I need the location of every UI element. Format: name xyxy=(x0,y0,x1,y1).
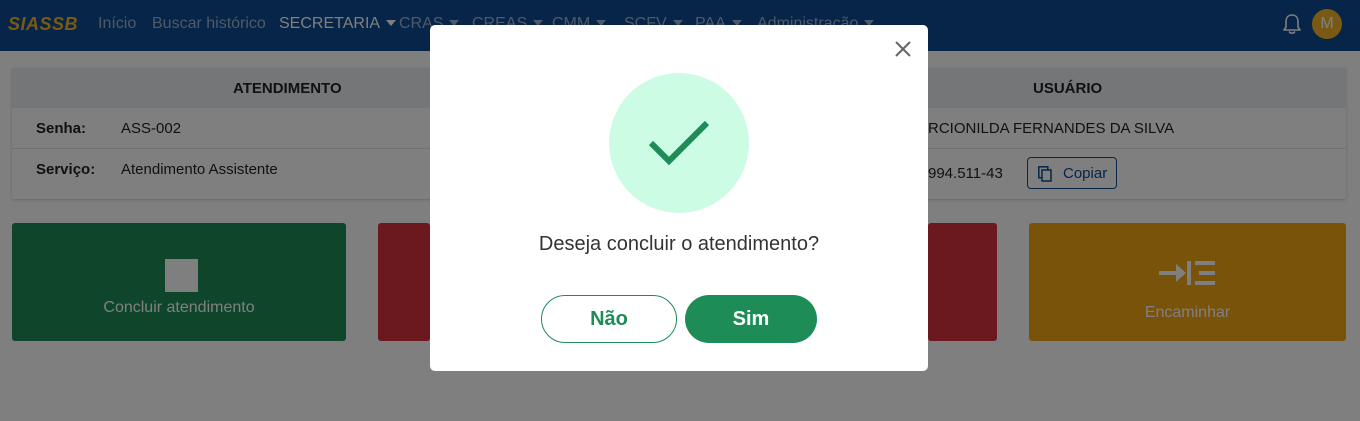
success-badge xyxy=(609,73,749,213)
close-icon[interactable] xyxy=(893,39,913,59)
dialog-question: Deseja concluir o atendimento? xyxy=(538,233,820,255)
check-icon xyxy=(648,120,710,166)
no-button[interactable]: Não xyxy=(541,295,677,343)
confirm-dialog: Deseja concluir o atendimento? Não Sim xyxy=(430,25,928,371)
yes-button[interactable]: Sim xyxy=(685,295,817,343)
